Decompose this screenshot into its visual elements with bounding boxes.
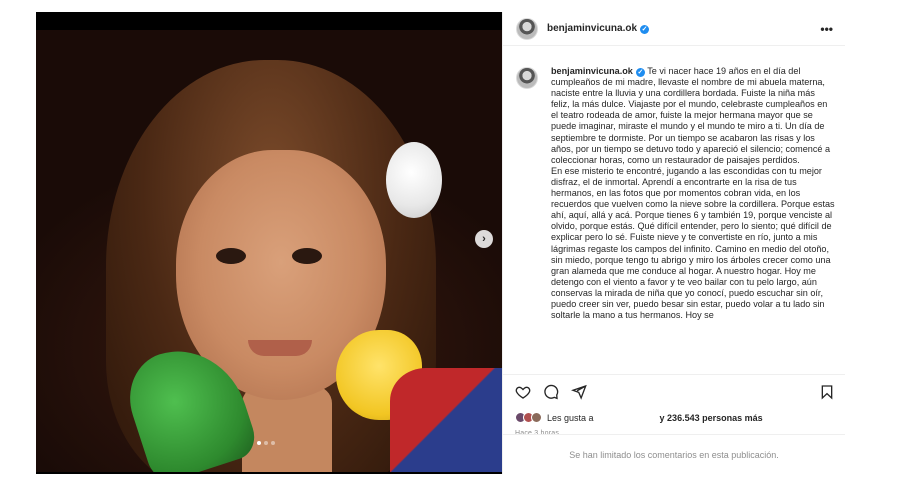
liker-avatars [515,412,542,423]
carousel-dot [264,441,268,445]
carousel-dots [257,441,275,445]
post-caption: benjaminvicuna.ok ✓ Te vi nacer hace 19 a… [551,66,836,321]
caption-avatar[interactable] [516,67,538,89]
username-link[interactable]: benjaminvicuna.ok ✓ [547,23,650,34]
instagram-post: › benjaminvicuna.ok ✓ ••• benjaminvicuna.… [36,12,845,474]
comment-icon[interactable] [543,384,559,400]
caption-paragraph: En ese misterio te encontré, jugando a l… [551,165,835,321]
next-slide-button[interactable]: › [475,230,493,248]
likes-summary[interactable]: Les gusta a y 236.543 personas más [515,412,763,423]
post-photo [36,30,502,472]
verified-badge-icon: ✓ [635,68,645,77]
likes-prefix: Les gusta a [547,412,594,423]
carousel-dot [257,441,261,445]
bookmark-icon[interactable] [819,384,835,400]
heart-icon[interactable] [515,384,531,400]
avatar[interactable] [516,17,538,40]
likes-count[interactable]: y 236.543 personas más [660,413,763,423]
caption-username-link[interactable]: benjaminvicuna.ok ✓ [551,66,645,77]
comments-limited-notice: Se han limitado los comentarios en esta … [503,434,845,474]
caption-area: benjaminvicuna.ok ✓ Te vi nacer hace 19 a… [503,62,845,374]
post-header: benjaminvicuna.ok ✓ ••• [503,12,845,46]
caption-paragraph: Te vi nacer hace 19 años en el día del c… [551,66,831,165]
post-media[interactable]: › [36,12,502,474]
share-icon[interactable] [571,384,587,400]
more-options-icon[interactable]: ••• [820,22,833,36]
post-side-panel: benjaminvicuna.ok ✓ ••• benjaminvicuna.ok… [502,12,845,474]
verified-badge-icon: ✓ [640,25,650,34]
carousel-dot [271,441,275,445]
